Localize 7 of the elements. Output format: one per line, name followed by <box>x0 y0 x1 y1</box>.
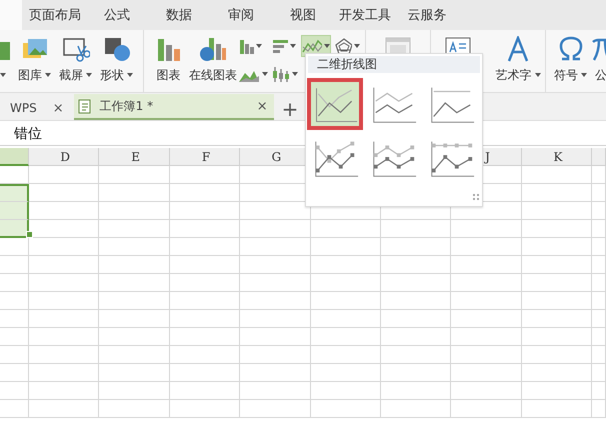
menu-heading: 二维折线图 <box>308 56 480 73</box>
column-header: F <box>170 148 240 166</box>
column-header: D <box>29 148 100 166</box>
tab-label: 工作簿1 * <box>100 98 154 114</box>
column-header: E <box>99 148 170 166</box>
column-header: K <box>522 148 592 166</box>
tab-label: WPS <box>10 101 37 115</box>
